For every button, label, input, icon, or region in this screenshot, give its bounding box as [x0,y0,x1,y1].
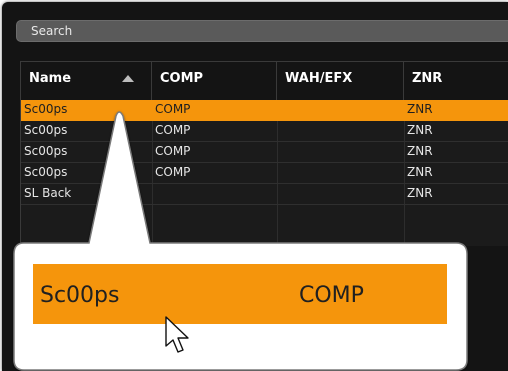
callout-name-text: Sc00ps [40,283,120,308]
column-header-wah-efx[interactable]: WAH/EFX [277,62,404,100]
search-input[interactable]: Search [16,20,508,42]
cell-wah-efx [277,142,280,163]
table-row[interactable]: Sc00ps COMP ZNR [21,163,508,184]
cell-znr: ZNR [407,144,433,158]
table-row-selected[interactable]: Sc00ps COMP ZNR [21,100,508,121]
cell-wah-efx [277,121,280,142]
callout-comp-text: COMP [299,283,364,308]
table-row[interactable]: SL Back ZNR [21,184,508,205]
column-header-comp[interactable]: COMP [152,62,277,100]
table-row[interactable]: Sc00ps COMP ZNR [21,121,508,142]
column-header-label: Name [29,71,72,86]
cell-name: Sc00ps [24,165,68,179]
cell-name: Sc00ps [24,102,68,116]
cell-wah-efx [277,184,280,205]
cell-comp: COMP [155,144,191,158]
column-header-label: WAH/EFX [285,71,353,86]
table-header: Name COMP WAH/EFX ZNR [21,62,508,101]
cell-name: Sc00ps [24,123,68,137]
cell-comp: COMP [155,102,191,116]
cell-comp: COMP [155,123,191,137]
preset-table: Name COMP WAH/EFX ZNR Sc00ps COMP ZNR Sc… [20,61,508,246]
cell-name: SL Back [24,186,72,200]
column-header-label: COMP [160,71,204,86]
cell-wah-efx [277,100,280,121]
table-row[interactable]: Sc00ps COMP ZNR [21,142,508,163]
cell-znr: ZNR [407,102,433,116]
cell-comp [152,184,155,205]
cell-znr: ZNR [407,186,433,200]
cell-znr: ZNR [407,123,433,137]
cell-name: Sc00ps [24,144,68,158]
cell-comp: COMP [155,165,191,179]
column-header-znr[interactable]: ZNR [404,62,508,100]
cell-wah-efx [277,163,280,184]
sort-ascending-icon[interactable] [122,75,134,82]
cell-znr: ZNR [407,165,433,179]
column-header-label: ZNR [412,71,443,86]
